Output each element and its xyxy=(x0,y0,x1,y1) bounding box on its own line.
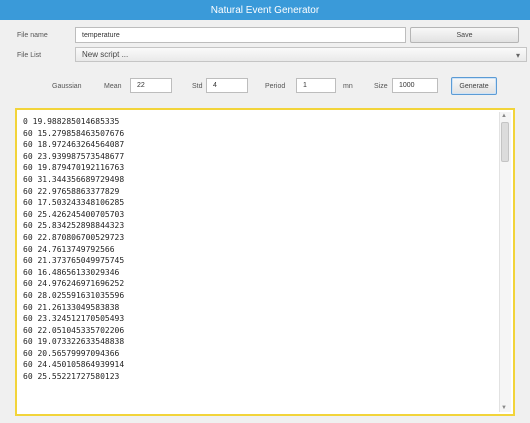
output-line: 60 22.870806700529723 xyxy=(23,232,125,242)
output-line: 60 25.834252898844323 xyxy=(23,221,125,231)
file-list-select[interactable]: New script ... ▾ xyxy=(75,47,527,62)
period-label: Period xyxy=(265,83,286,90)
chevron-down-icon: ▾ xyxy=(515,51,520,60)
output-line: 60 16.48656133029346 xyxy=(23,267,120,277)
mean-label: Mean xyxy=(104,83,122,90)
output-line: 60 21.26133049583838 xyxy=(23,302,120,312)
output-line: 60 22.97658863377829 xyxy=(23,186,120,196)
output-line: 60 19.879470192116763 xyxy=(23,163,125,173)
scroll-down-icon[interactable]: ▼ xyxy=(501,405,507,411)
vertical-scrollbar[interactable]: ▲ ▼ xyxy=(499,112,511,412)
output-line: 60 31.344356689729498 xyxy=(23,174,125,184)
output-line: 60 17.503243348106285 xyxy=(23,198,125,208)
save-button[interactable]: Save xyxy=(410,27,519,43)
mean-value: 22 xyxy=(137,82,145,89)
mean-input[interactable]: 22 xyxy=(130,78,172,93)
std-value: 4 xyxy=(213,82,217,89)
size-label: Size xyxy=(374,83,388,90)
period-input[interactable]: 1 xyxy=(296,78,336,93)
period-value: 1 xyxy=(303,82,307,89)
output-textarea[interactable]: 0 19.988285014685335 60 15.27985846350767… xyxy=(23,116,499,412)
period-unit-label: mn xyxy=(343,83,353,90)
file-name-value: temperature xyxy=(82,31,120,39)
scroll-up-icon[interactable]: ▲ xyxy=(501,113,507,119)
output-line: 60 24.450105864939914 xyxy=(23,360,125,370)
output-line: 60 19.073322633548838 xyxy=(23,337,125,347)
output-line: 60 21.373765049975745 xyxy=(23,256,125,266)
output-line: 60 25.426245400705703 xyxy=(23,209,125,219)
file-name-label: File name xyxy=(17,32,48,39)
output-line: 60 20.56579997094366 xyxy=(23,348,120,358)
output-line: 60 23.939987573548677 xyxy=(23,151,125,161)
title-bar: Natural Event Generator xyxy=(0,0,530,20)
size-input[interactable]: 1000 xyxy=(392,78,438,93)
size-value: 1000 xyxy=(399,82,415,89)
gaussian-label: Gaussian xyxy=(52,83,82,90)
output-line: 60 22.051045335702206 xyxy=(23,325,125,335)
file-list-label: File List xyxy=(17,52,42,59)
output-line: 60 24.7613749792566 xyxy=(23,244,115,254)
output-line: 60 23.324512170505493 xyxy=(23,314,125,324)
output-line: 60 15.279858463507676 xyxy=(23,128,125,138)
std-input[interactable]: 4 xyxy=(206,78,248,93)
output-panel: 0 19.988285014685335 60 15.27985846350767… xyxy=(15,108,515,416)
file-name-input[interactable]: temperature xyxy=(75,27,406,43)
window-title: Natural Event Generator xyxy=(210,4,320,16)
file-list-value: New script ... xyxy=(82,50,129,59)
output-line: 60 28.025591631035596 xyxy=(23,290,125,300)
scrollbar-thumb[interactable] xyxy=(501,122,509,162)
output-line: 60 18.972463264564087 xyxy=(23,140,125,150)
output-line: 0 19.988285014685335 xyxy=(23,117,120,126)
output-line: 60 25.55221727580123 xyxy=(23,372,120,382)
std-label: Std xyxy=(192,83,203,90)
generate-button[interactable]: Generate xyxy=(451,77,497,95)
output-line: 60 24.976246971696252 xyxy=(23,279,125,289)
